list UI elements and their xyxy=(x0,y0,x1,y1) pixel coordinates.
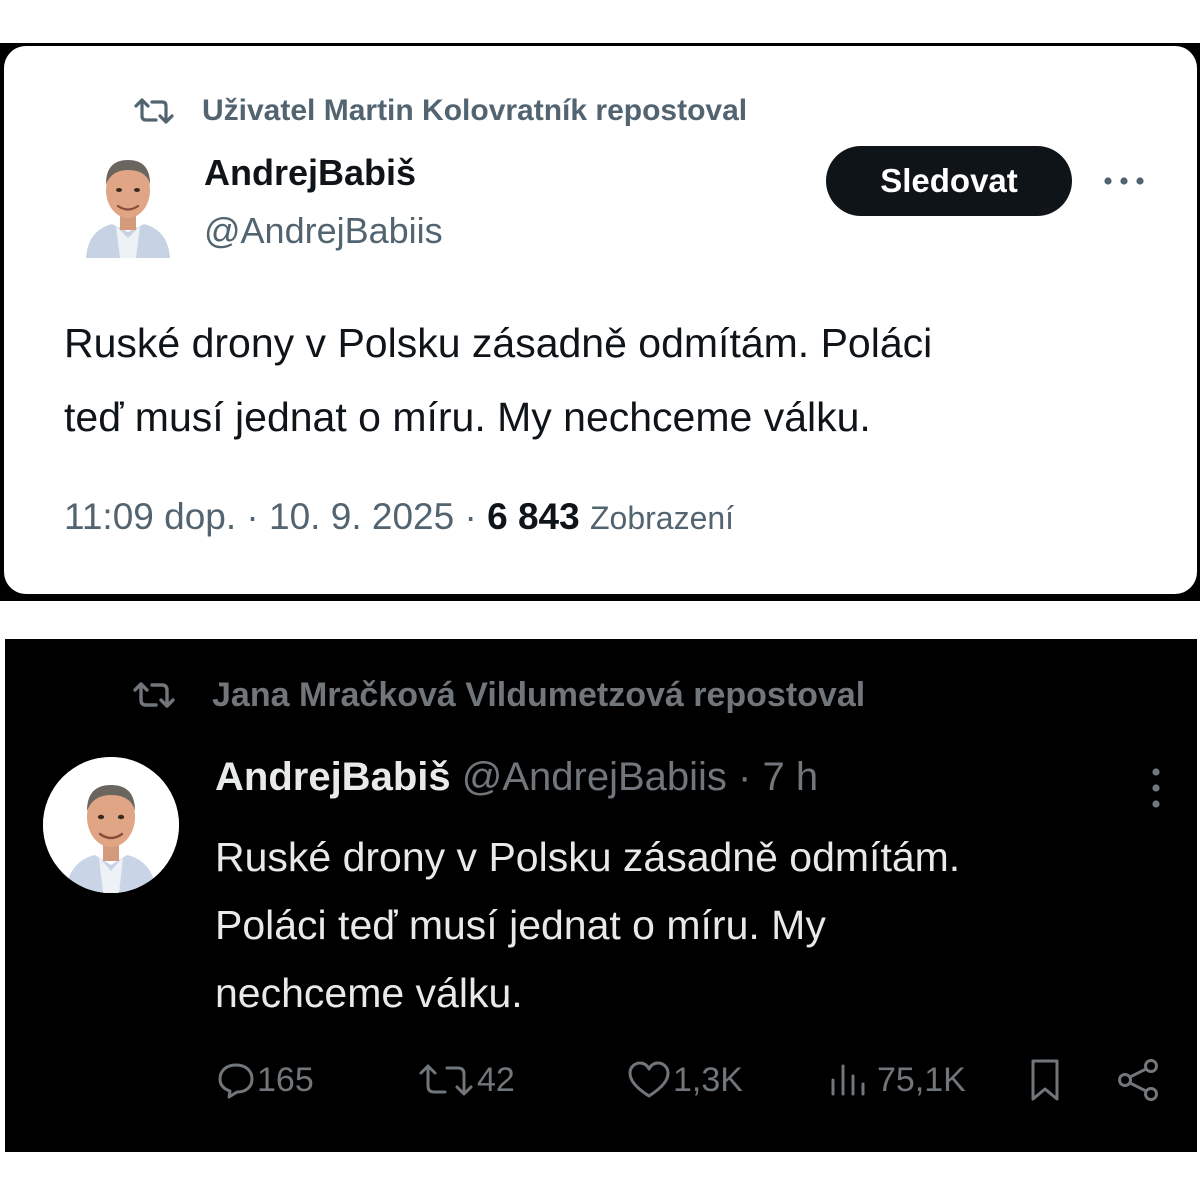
reply-button[interactable]: 165 xyxy=(215,1055,314,1105)
light-tweet-card[interactable]: Uživatel Martin Kolovratník repostoval A… xyxy=(4,46,1197,594)
tweet-meta: 11:09 dop. · 10. 9. 2025 · 6 843 Zobraze… xyxy=(64,496,734,538)
more-horizontal-icon[interactable] xyxy=(1100,166,1148,196)
meta-separator: · xyxy=(738,755,752,799)
tweet-text: Ruské drony v Polsku zásadně odmítám. Po… xyxy=(64,306,1164,454)
tweet-actions: 165 42 1,3K 75,1K xyxy=(215,1055,1175,1105)
views-icon xyxy=(831,1064,865,1096)
reply-count: 165 xyxy=(257,1060,314,1099)
repost-icon xyxy=(419,1064,473,1096)
repost-context[interactable]: Uživatel Martin Kolovratník repostoval xyxy=(132,91,747,131)
dark-tweet-card[interactable]: Jana Mračková Vildumetzová repostoval An… xyxy=(5,639,1197,1152)
more-vertical-icon[interactable] xyxy=(1143,765,1169,811)
avatar[interactable] xyxy=(43,757,179,893)
tweet-header: AndrejBabiš @AndrejBabiis · 7 h xyxy=(215,755,818,800)
tweet-text: Ruské drony v Polsku zásadně odmítám. Po… xyxy=(215,823,1175,1027)
bookmark-button[interactable] xyxy=(1025,1055,1065,1105)
meta-separator: · xyxy=(246,496,259,537)
views-count: 75,1K xyxy=(877,1060,966,1099)
like-button[interactable]: 1,3K xyxy=(625,1055,743,1105)
tweet-date[interactable]: 10. 9. 2025 xyxy=(269,496,454,537)
tweet-text-line: Ruské drony v Polsku zásadně odmítám. Po… xyxy=(64,320,933,366)
author-name[interactable]: AndrejBabiš xyxy=(204,152,416,194)
tweet-text-line: teď musí jednat o míru. My nechceme válk… xyxy=(64,394,871,440)
author-name[interactable]: AndrejBabiš xyxy=(215,755,451,799)
views-label: Zobrazení xyxy=(589,500,735,536)
author-handle[interactable]: @AndrejBabiis xyxy=(462,755,727,799)
repost-context[interactable]: Jana Mračková Vildumetzová repostoval xyxy=(130,673,865,717)
like-icon xyxy=(628,1061,670,1098)
reply-icon xyxy=(218,1063,254,1099)
repost-icon xyxy=(133,682,175,708)
meta-separator: · xyxy=(464,496,477,537)
share-icon xyxy=(1118,1059,1158,1101)
avatar[interactable] xyxy=(82,146,174,258)
views-button[interactable]: 75,1K xyxy=(825,1055,966,1105)
views-count: 6 843 xyxy=(487,496,580,537)
like-count: 1,3K xyxy=(673,1060,743,1099)
tweet-time[interactable]: 7 h xyxy=(763,755,819,799)
repost-icon xyxy=(134,98,174,124)
repost-count: 42 xyxy=(477,1060,515,1099)
author-handle[interactable]: @AndrejBabiis xyxy=(204,210,443,252)
light-tweet-frame: Uživatel Martin Kolovratník repostoval A… xyxy=(0,43,1200,601)
avatar-image xyxy=(43,757,179,893)
repost-button[interactable]: 42 xyxy=(415,1055,515,1105)
tweet-time[interactable]: 11:09 dop. xyxy=(64,496,236,537)
tweet-text-line: Ruské drony v Polsku zásadně odmítám. xyxy=(215,834,961,880)
repost-label: Uživatel Martin Kolovratník repostoval xyxy=(202,94,748,127)
follow-button[interactable]: Sledovat xyxy=(826,146,1072,216)
share-button[interactable] xyxy=(1115,1055,1163,1105)
bookmark-icon xyxy=(1031,1059,1059,1101)
tweet-text-line: Poláci teď musí jednat o míru. My xyxy=(215,902,826,948)
repost-label: Jana Mračková Vildumetzová repostoval xyxy=(212,675,866,714)
tweet-text-line: nechceme válku. xyxy=(215,970,523,1016)
